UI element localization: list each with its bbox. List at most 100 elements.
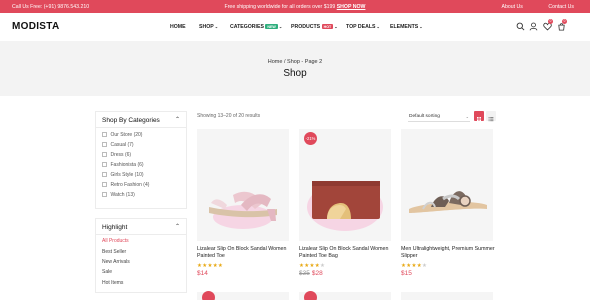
checkbox[interactable] (102, 192, 107, 197)
product-card[interactable] (299, 291, 391, 300)
product-price: $15 (401, 270, 412, 277)
page-title: Shop (283, 68, 307, 79)
search-icon[interactable] (516, 22, 525, 31)
highlight-best-seller[interactable]: Best Seller (102, 249, 126, 255)
top-bar: Call Us Free: (+91) 9876.543.210 Free sh… (0, 0, 590, 13)
categories-widget-title: Shop By Categories (102, 116, 160, 124)
collapse-icon[interactable]: ⌃ (175, 116, 180, 123)
current-price: $28 (311, 270, 323, 277)
sort-select-value: Default sorting (409, 114, 440, 119)
nav-categories[interactable]: CATEGORIES NEW ⌄ (230, 24, 282, 30)
current-price: $15 (401, 270, 412, 277)
sort-select[interactable]: Default sorting ⌄ (408, 112, 470, 122)
product-image[interactable] (401, 129, 493, 241)
highlight-sale[interactable]: Sale (102, 269, 112, 275)
collapse-icon[interactable]: ⌃ (175, 223, 180, 230)
category-item[interactable]: Girls Style (10) (102, 172, 144, 178)
product-card[interactable] (197, 291, 289, 300)
category-label: Retro Fashion (4) (110, 182, 150, 188)
nav-elements-label: ELEMENTS (390, 24, 419, 30)
grid-view-button[interactable] (474, 111, 484, 121)
product-name[interactable]: Men Ultralightweight, Premium Summer Sli… (401, 246, 501, 260)
checkbox[interactable] (102, 172, 107, 177)
rating-stars: ★★★★★ (401, 263, 428, 269)
product-card[interactable] (401, 292, 493, 300)
bag-image (307, 181, 383, 231)
checkbox[interactable] (102, 132, 107, 137)
product-name[interactable]: Lizalear Slip On Block Sandal Women Pain… (299, 246, 399, 260)
chevron-down-icon: ⌄ (214, 24, 219, 29)
shipping-text: Free shipping worldwide for all orders o… (224, 3, 336, 10)
site-header: MODISTA HOME SHOP⌄ CATEGORIES NEW ⌄ PRODUC… (0, 13, 590, 41)
cart-count-badge: 0 (562, 19, 567, 24)
highlight-new-arrivals[interactable]: New Arrivals (102, 259, 130, 265)
product-image[interactable]: -21% (299, 129, 391, 241)
category-label: Casual (7) (110, 142, 134, 148)
highlight-hot-items[interactable]: Hot Items (102, 280, 123, 286)
category-item[interactable]: Fashionista (6) (102, 162, 144, 168)
highlight-widget-title: Highlight (102, 223, 128, 231)
shop-now-link[interactable]: SHOP NOW (337, 4, 366, 10)
nav-home-label: HOME (170, 24, 186, 30)
nav-elements[interactable]: ELEMENTS⌄ (390, 24, 423, 30)
category-item[interactable]: Our Store (20) (102, 132, 142, 138)
about-us-link[interactable]: About Us (502, 4, 523, 10)
category-item[interactable]: Dress (6) (102, 152, 131, 158)
product-price: $14 (197, 270, 208, 277)
checkbox[interactable] (102, 142, 107, 147)
sandal-image (209, 191, 277, 229)
highlight-widget: Highlight ⌃ All Products Best Seller New… (95, 218, 187, 293)
chevron-down-icon: ⌄ (419, 24, 423, 29)
category-label: Girls Style (10) (110, 172, 144, 178)
category-item[interactable]: Watch (13) (102, 192, 135, 198)
category-label: Fashionista (6) (110, 162, 144, 168)
categories-widget-header[interactable]: Shop By Categories ⌃ (96, 112, 186, 128)
nav-shop-label: SHOP (199, 24, 214, 30)
grid-icon (477, 117, 481, 121)
discount-badge (202, 291, 215, 300)
checkbox[interactable] (102, 162, 107, 167)
product-image[interactable] (197, 129, 289, 241)
categories-widget: Shop By Categories ⌃ Our Store (20) Casu… (95, 111, 187, 209)
wishlist-count-badge: 0 (548, 19, 553, 24)
highlight-widget-header[interactable]: Highlight ⌃ (96, 219, 186, 235)
category-label: Our Store (20) (110, 132, 143, 138)
nav-top-deals-label: TOP DEALS (346, 24, 376, 30)
nav-products[interactable]: PRODUCTS HOT ⌄ (291, 24, 338, 30)
new-badge: NEW (265, 24, 278, 29)
checkbox[interactable] (102, 182, 107, 187)
site-logo[interactable]: MODISTA (12, 21, 59, 32)
chevron-down-icon: ⌄ (465, 114, 469, 119)
category-item[interactable]: Casual (7) (102, 142, 134, 148)
discount-badge (304, 291, 317, 300)
nav-home[interactable]: HOME (170, 24, 186, 30)
slipper-image (409, 191, 487, 213)
nav-top-deals[interactable]: TOP DEALS⌄ (346, 24, 380, 30)
contact-us-link[interactable]: Contact Us (548, 4, 574, 10)
chevron-down-icon: ⌄ (376, 24, 380, 29)
old-price: $35 (299, 270, 310, 277)
product-name[interactable]: Lizalear Slip On Block Sandal Women Pain… (197, 246, 297, 260)
nav-shop[interactable]: SHOP⌄ (199, 24, 218, 30)
rating-stars: ★★★★★ (197, 263, 224, 269)
user-icon[interactable] (529, 22, 538, 31)
category-label: Dress (6) (110, 152, 132, 158)
category-item[interactable]: Retro Fashion (4) (102, 182, 149, 188)
hot-badge: HOT (321, 24, 334, 29)
discount-badge: -21% (304, 132, 317, 145)
nav-categories-label: CATEGORIES (230, 24, 264, 31)
chevron-down-icon: ⌄ (278, 24, 283, 30)
nav-products-label: PRODUCTS (291, 24, 321, 31)
current-price: $14 (197, 270, 208, 277)
result-count: Showing 13–20 of 20 results (197, 113, 261, 119)
category-label: Watch (13) (110, 192, 135, 198)
rating-stars: ★★★★★ (299, 263, 326, 269)
product-price: $35 $28 (299, 270, 323, 277)
breadcrumb[interactable]: Home / Shop - Page 2 (0, 59, 590, 65)
list-view-button[interactable] (486, 111, 496, 122)
page-title-banner: Home / Shop - Page 2 Shop (0, 41, 590, 96)
list-icon (488, 117, 494, 122)
checkbox[interactable] (102, 152, 107, 157)
chevron-down-icon: ⌄ (334, 24, 338, 30)
highlight-all-products[interactable]: All Products (102, 238, 129, 244)
